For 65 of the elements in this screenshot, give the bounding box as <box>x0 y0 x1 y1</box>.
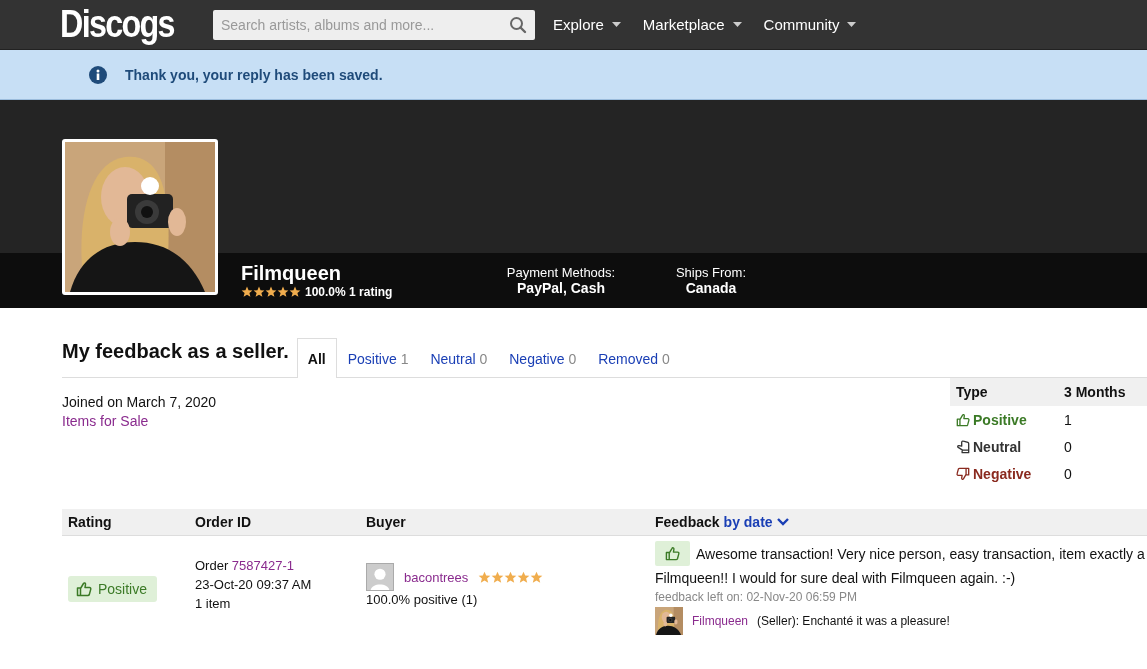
rating-type: Negative <box>973 466 1032 482</box>
thumbs-up-icon <box>665 546 680 561</box>
column-header: 3 Months <box>1064 384 1127 400</box>
search-icon[interactable] <box>509 15 527 34</box>
star-icon <box>289 286 301 298</box>
info-icon <box>89 65 107 84</box>
feedback-text: Filmqueen!! I would for sure deal with Filmqueen again. :-) <box>655 570 1017 586</box>
star-icon <box>277 286 289 298</box>
rating-count: 0 <box>1064 439 1073 455</box>
caret-icon <box>847 22 857 27</box>
payment-label: Payment Methods: <box>505 265 617 280</box>
thumbs-down-icon <box>956 467 970 481</box>
star-icon <box>241 286 253 298</box>
buyer-link[interactable]: bacontrees <box>404 569 469 585</box>
nav-menu[interactable]: Community <box>763 16 857 33</box>
star-icon <box>478 570 492 584</box>
rating-type: Neutral <box>973 439 1022 455</box>
thumbs-up-icon <box>76 580 92 597</box>
star-icon <box>265 286 277 298</box>
sort-dropdown[interactable]: by date <box>723 514 789 530</box>
page-title: My feedback as a seller. <box>62 340 289 364</box>
filter-tab[interactable]: Removed 0 <box>587 338 681 378</box>
joined-date: Joined on March 7, 2020 <box>62 394 217 410</box>
filter-tab[interactable]: Neutral 0 <box>419 338 499 378</box>
rating-count: 0 <box>1064 466 1073 482</box>
avatar-icon <box>366 563 394 591</box>
rating-count: 1 <box>1064 412 1073 428</box>
column-header: Rating <box>68 514 113 530</box>
thumbs-up-icon <box>956 413 970 427</box>
star-icon <box>504 570 518 584</box>
items-for-sale-link[interactable]: Items for Sale <box>62 413 217 429</box>
nav-menu[interactable]: Explore <box>553 16 621 33</box>
star-icon <box>517 570 531 584</box>
column-header: Order ID <box>195 514 252 530</box>
hand-pointing-icon <box>956 440 970 454</box>
chevron-icon <box>776 518 789 526</box>
filter-tab[interactable]: Positive 1 <box>336 338 420 378</box>
column-header: Feedback <box>655 514 720 530</box>
seller-rating: 100.0% 1 rating <box>305 285 393 299</box>
feedback-text: Awesome transaction! Very nice person, easy transaction, item exactly a <box>696 545 1145 562</box>
notice-message: Thank you, your reply has been saved. <box>125 66 383 83</box>
item-count: 1 item <box>195 596 232 611</box>
star-icon <box>253 286 265 298</box>
filter-tab[interactable]: All <box>296 338 337 378</box>
search-field[interactable]: Search artists, albums and more... <box>213 9 535 40</box>
caret-icon <box>611 22 621 27</box>
order-id: Order 7587427-1 <box>195 558 296 573</box>
seller-name: Filmqueen <box>241 262 342 285</box>
star-icon <box>491 570 505 584</box>
feedback-date: feedback left on: 02-Nov-20 06:59 PM <box>655 590 859 604</box>
filter-tab[interactable]: Negative 0 <box>498 338 588 378</box>
seller-link[interactable]: Filmqueen <box>692 614 749 628</box>
rating-badge: Positive <box>68 575 158 602</box>
logo[interactable]: Discogs <box>60 3 191 46</box>
order-link[interactable]: 7587427-1 <box>231 558 295 573</box>
caret-icon <box>732 22 742 27</box>
column-header: Type <box>956 384 989 400</box>
ships-from-label: Ships From: <box>674 265 748 280</box>
rating-type: Positive <box>973 412 1027 428</box>
nav-menu[interactable]: Marketplace <box>642 16 742 33</box>
star-icon <box>530 570 544 584</box>
ships-from-value: Canada <box>684 280 738 296</box>
order-date: 23-Oct-20 09:37 AM <box>195 577 313 592</box>
payment-methods: PayPal, Cash <box>516 280 606 296</box>
reply-text: (Seller): Enchanté it was a pleasure! <box>757 614 950 628</box>
